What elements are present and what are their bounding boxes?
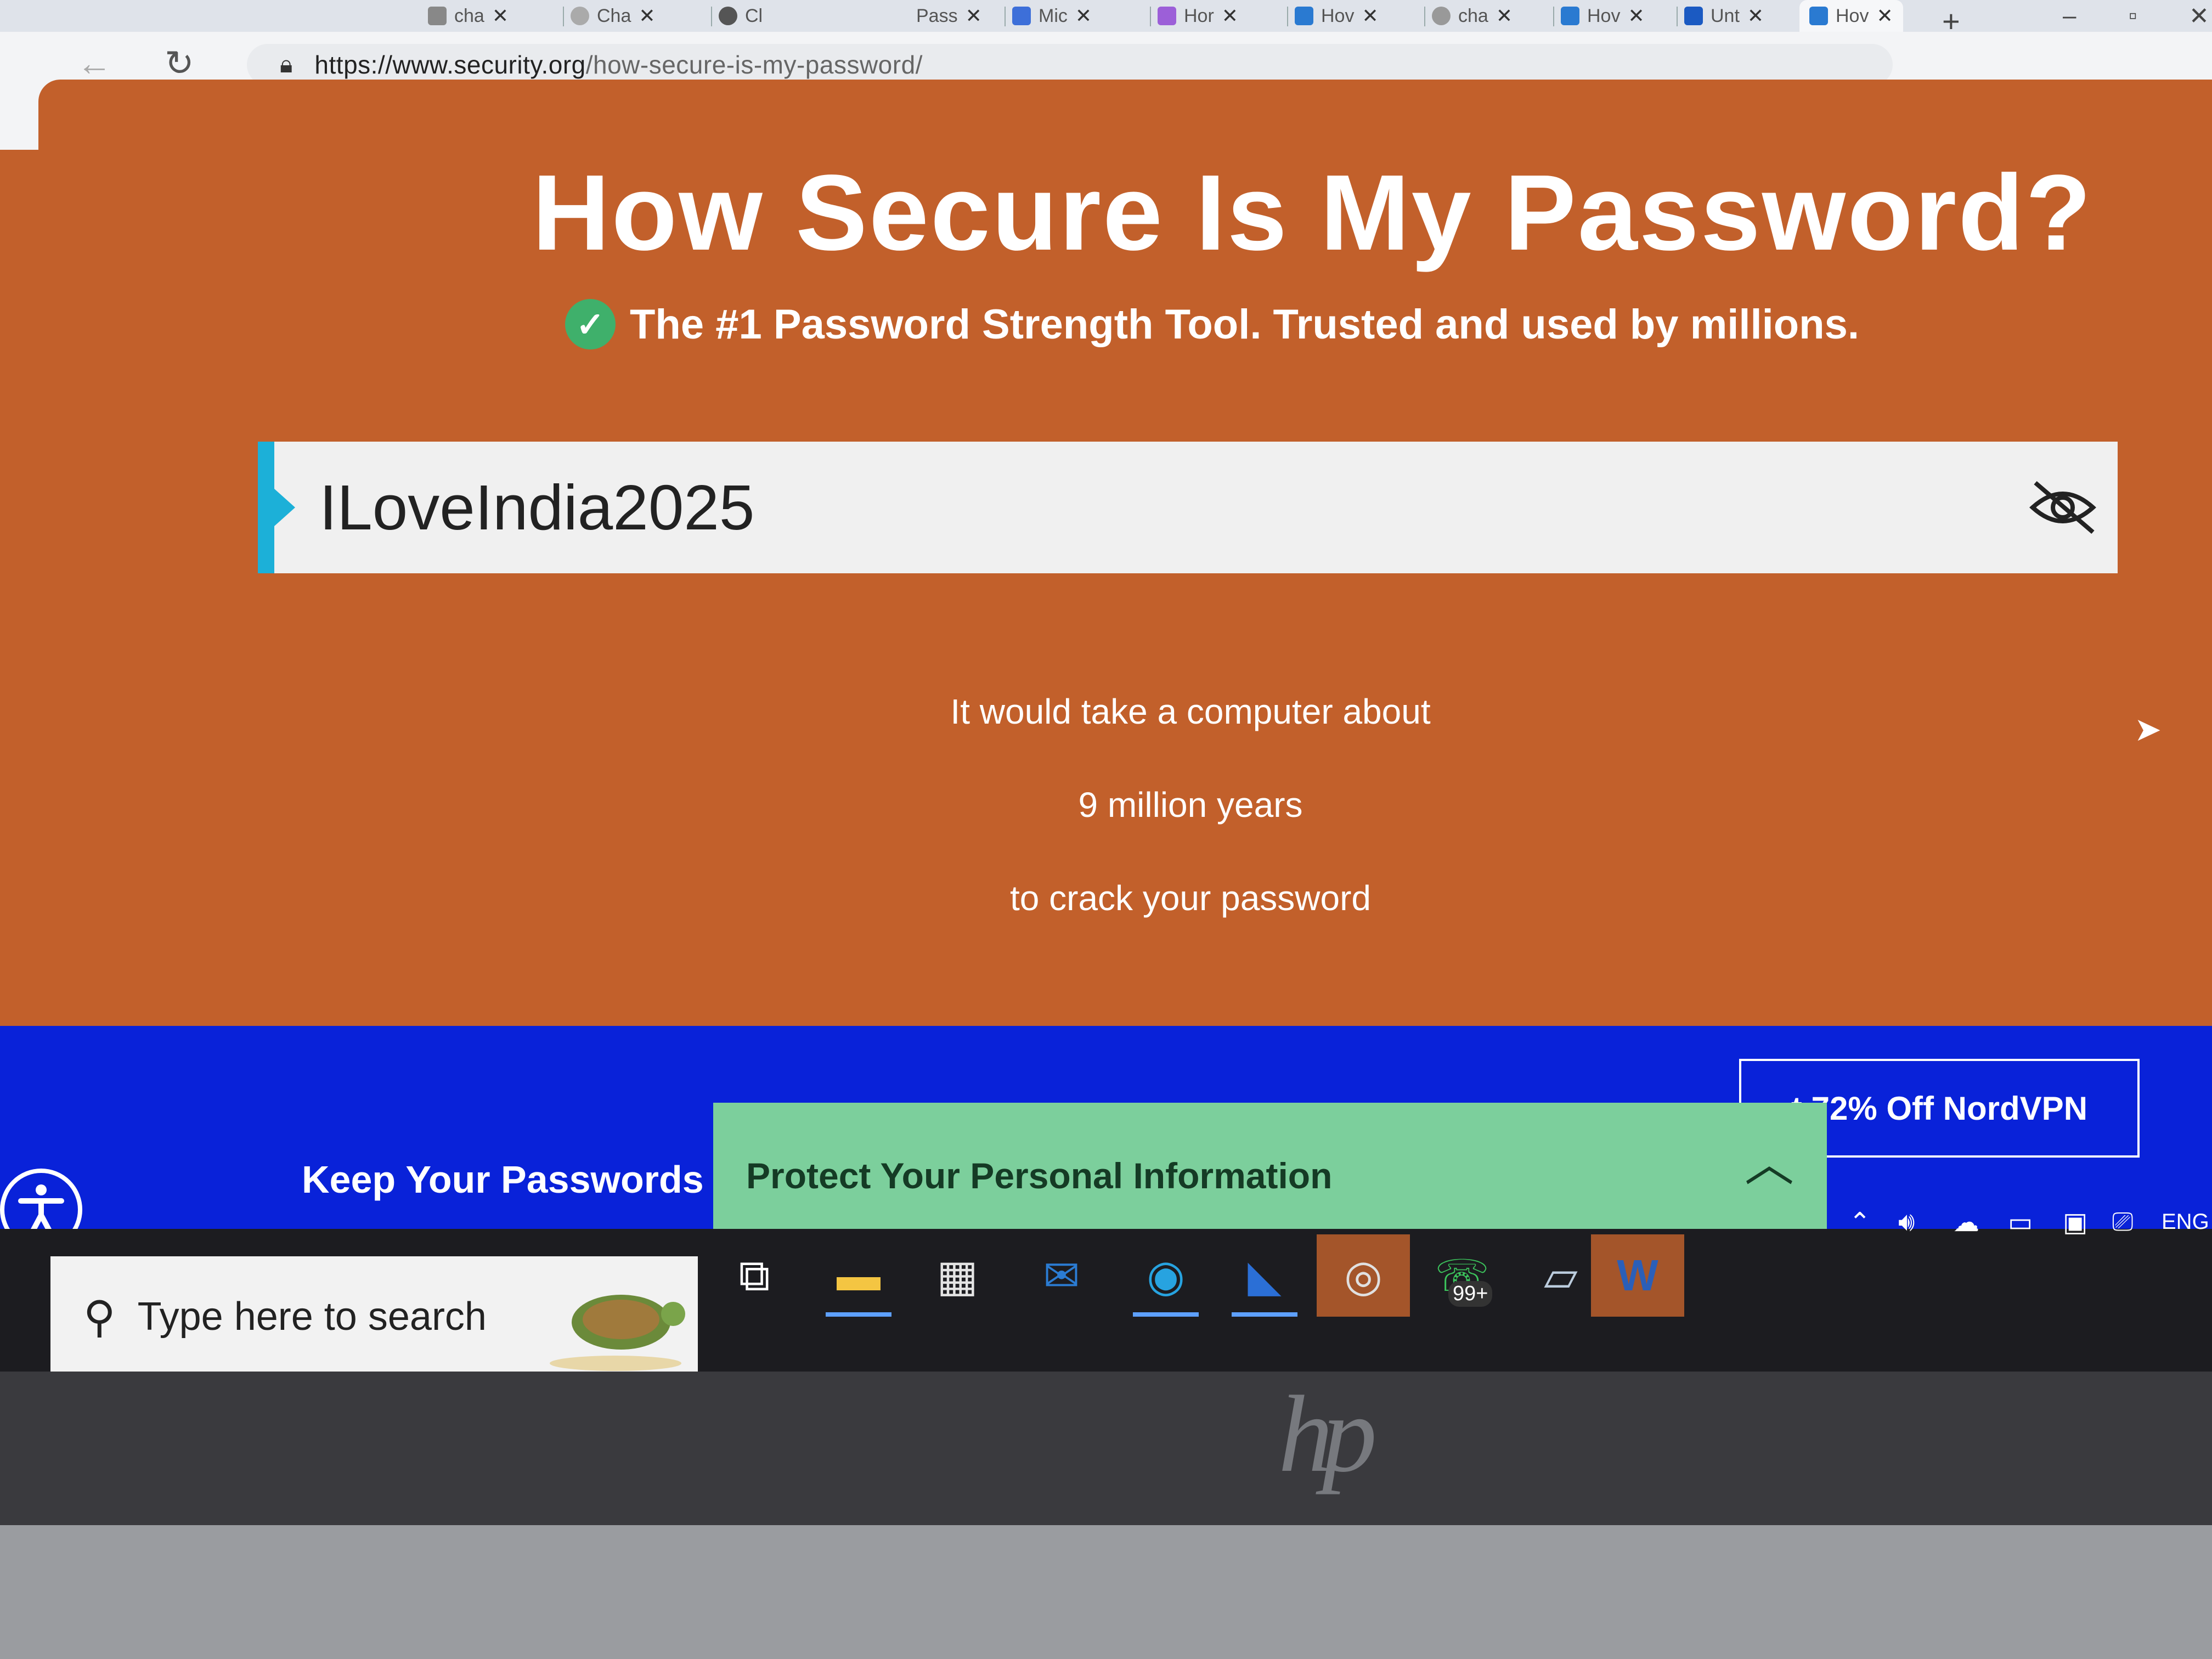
keep-passwords-text: Keep Your Passwords [302, 1158, 704, 1201]
chrome-icon[interactable]: ◎ [1317, 1234, 1410, 1317]
tab-favicon-icon [1158, 7, 1176, 25]
hp-logo: hp [1278, 1374, 1377, 1495]
tab-label: Hor [1184, 5, 1214, 26]
tab-favicon-icon [428, 7, 447, 25]
close-tab-icon[interactable]: ✕ [1362, 4, 1378, 27]
tab-8[interactable]: cha ✕ [1424, 0, 1513, 32]
tab-label: Pass [916, 5, 958, 26]
tab-label: cha [454, 5, 484, 26]
meet-now-icon[interactable]: ▣ [2063, 1207, 2087, 1238]
url-text: https://www.security.org/how-secure-is-m… [314, 50, 923, 80]
display-icon[interactable]: ⎚ [2112, 1207, 2133, 1238]
verified-check-icon: ✓ [565, 299, 616, 349]
close-tab-icon[interactable]: ✕ [1876, 4, 1893, 27]
close-tab-icon[interactable]: ✕ [1628, 4, 1644, 27]
close-tab-icon[interactable]: ✕ [966, 4, 982, 27]
hide-password-icon[interactable] [2024, 475, 2101, 540]
result-outro: to crack your password [1009, 878, 1372, 918]
tab-3[interactable]: Cl [710, 0, 763, 32]
tab-label: Unt [1711, 5, 1740, 26]
speaker-icon[interactable]: 🔊︎ [1898, 1207, 1915, 1238]
refresh-icon[interactable]: ↻ [165, 43, 194, 84]
close-tab-icon[interactable]: ✕ [639, 4, 655, 27]
result-intro: It would take a computer about [950, 692, 1431, 731]
url-path: /how-secure-is-my-password/ [585, 50, 923, 79]
tab-4[interactable]: Pass ✕ [916, 0, 982, 32]
close-window-icon[interactable]: ✕ [2189, 2, 2209, 30]
tab-favicon-icon [1012, 7, 1031, 25]
tab-label: Cha [597, 5, 631, 26]
field-accent [258, 442, 295, 573]
tab-label: Hov [1321, 5, 1355, 26]
page-content: How Secure Is My Password? ✓ The #1 Pass… [38, 80, 2212, 1094]
battery-icon[interactable]: ▭ [2008, 1207, 2033, 1238]
tab-9[interactable]: Hov ✕ [1553, 0, 1645, 32]
page-subtitle: ✓ The #1 Password Strength Tool. Trusted… [565, 299, 1859, 349]
password-field[interactable] [258, 442, 2118, 573]
tab-10[interactable]: Unt ✕ [1676, 0, 1764, 32]
screen: cha ✕ Cha ✕ Cl Pass ✕ Mic ✕ Hor ✕ Hov ✕ … [0, 0, 2212, 1372]
file-explorer-icon[interactable]: ▬ [812, 1234, 905, 1317]
lock-icon[interactable]: 🔒︎ [280, 51, 292, 78]
document-icon [1684, 7, 1703, 25]
tab-label: Cl [745, 5, 763, 26]
tab-label: Hov [1836, 5, 1869, 26]
tab-favicon-icon [1561, 7, 1579, 25]
tab-7[interactable]: Hov ✕ [1287, 0, 1379, 32]
close-tab-icon[interactable]: ✕ [1222, 4, 1238, 27]
close-tab-icon[interactable]: ✕ [1075, 4, 1092, 27]
close-tab-icon[interactable]: ✕ [1496, 4, 1513, 27]
tab-label: cha [1458, 5, 1488, 26]
word-icon[interactable]: W [1591, 1234, 1684, 1317]
protect-info-panel[interactable]: Protect Your Personal Information ︿ [713, 1103, 1827, 1245]
search-icon [1432, 7, 1451, 25]
tab-6[interactable]: Hor ✕ [1150, 0, 1238, 32]
tab-active[interactable]: Hov ✕ [1799, 0, 1903, 32]
restore-icon[interactable]: ▫ [2129, 2, 2137, 30]
laptop-hinge [0, 1525, 2212, 1659]
language-indicator[interactable]: ENG [2162, 1210, 2209, 1234]
edge-icon[interactable]: ◉ [1119, 1234, 1212, 1317]
tab-favicon-icon [1295, 7, 1313, 25]
search-icon: ⚲ [83, 1292, 116, 1341]
password-input[interactable] [318, 470, 1966, 545]
taskbar-search[interactable]: ⚲ Type here to search [50, 1256, 698, 1372]
back-icon[interactable]: ← [77, 43, 112, 83]
app-fin-icon[interactable]: ◣ [1218, 1234, 1311, 1317]
search-placeholder: Type here to search [137, 1295, 487, 1339]
chevron-up-icon[interactable]: ︿ [1745, 1124, 1794, 1195]
tab-strip: cha ✕ Cha ✕ Cl Pass ✕ Mic ✕ Hor ✕ Hov ✕ … [0, 0, 2212, 38]
mouse-cursor-icon: ➤ [2134, 711, 2162, 748]
tab-favicon-icon [719, 7, 737, 25]
store-icon[interactable]: ▦ [911, 1234, 1004, 1317]
tab-favicon-icon [571, 7, 589, 25]
whatsapp-badge: 99+ [1448, 1281, 1493, 1307]
task-view-icon[interactable]: ⧉ [708, 1234, 801, 1317]
chevron-up-icon[interactable]: ⌃ [1849, 1207, 1871, 1238]
turtle-illustration-icon [550, 1295, 685, 1371]
tab-1[interactable]: cha ✕ [428, 0, 509, 32]
tab-favicon-icon [1809, 7, 1828, 25]
close-tab-icon[interactable]: ✕ [492, 4, 509, 27]
tab-5[interactable]: Mic ✕ [1004, 0, 1092, 32]
crack-time: 9 million years [1078, 785, 1303, 825]
whatsapp-icon[interactable]: ☏ 99+ [1415, 1234, 1509, 1317]
network-icon[interactable]: ☁ [1953, 1207, 1979, 1238]
page-title: How Secure Is My Password? [532, 153, 2093, 273]
tab-label: Hov [1587, 5, 1621, 26]
url-domain: https://www.security.org [314, 50, 586, 79]
subtitle-text: The #1 Password Strength Tool. Trusted a… [630, 301, 1859, 348]
protect-info-text: Protect Your Personal Information [746, 1155, 1333, 1196]
outlook-icon[interactable]: ✉ [1015, 1234, 1108, 1317]
tab-2[interactable]: Cha ✕ [563, 0, 656, 32]
tab-label: Mic [1039, 5, 1068, 26]
minimize-icon[interactable]: – [2063, 2, 2076, 30]
close-tab-icon[interactable]: ✕ [1747, 4, 1764, 27]
